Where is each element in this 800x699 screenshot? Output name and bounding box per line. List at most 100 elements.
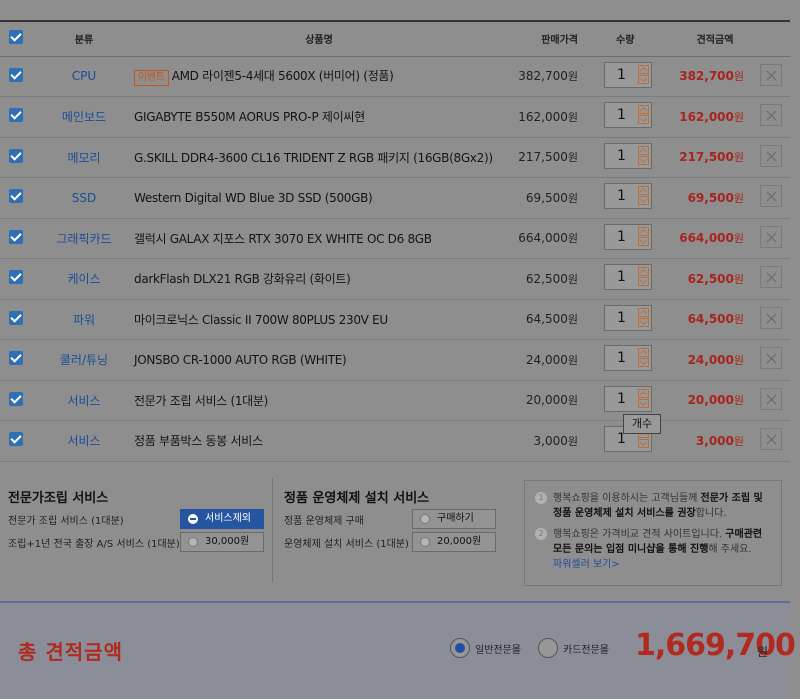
quantity-input[interactable]: 1	[605, 144, 638, 168]
row-total-unit: 원	[733, 353, 744, 367]
decrease-icon[interactable]	[638, 277, 649, 287]
row-category[interactable]: 파워	[34, 299, 134, 340]
row-category[interactable]: 서비스	[34, 420, 134, 462]
remove-item-close-icon[interactable]	[760, 306, 782, 329]
remove-item-close-icon[interactable]	[760, 387, 782, 410]
decrease-icon[interactable]	[638, 439, 649, 449]
decrease-icon[interactable]	[638, 398, 649, 408]
decrease-icon[interactable]	[638, 74, 649, 84]
increase-icon[interactable]	[638, 307, 649, 317]
decrease-icon[interactable]	[638, 358, 649, 368]
increase-icon[interactable]	[638, 226, 649, 236]
card-mall-label: 카드전문몰	[563, 645, 609, 656]
row-price-unit: 원	[567, 232, 578, 246]
remove-item-close-icon[interactable]	[760, 63, 782, 86]
quantity-stepper[interactable]: 1	[604, 223, 652, 250]
row-category[interactable]: CPU	[34, 56, 134, 97]
quantity-input[interactable]: 1	[605, 225, 638, 249]
increase-icon[interactable]	[638, 145, 649, 155]
row-price-unit: 원	[567, 353, 578, 367]
table-row: 서비스 정품 부품박스 동봉 서비스 3,000원 1 3,000원	[0, 420, 790, 462]
row-product-name[interactable]: GIGABYTE B550M AORUS PRO-P 제이씨현	[134, 110, 365, 124]
quantity-stepper[interactable]: 1	[604, 61, 652, 88]
quantity-input[interactable]: 1	[605, 103, 638, 127]
remove-item-close-icon[interactable]	[760, 185, 782, 208]
row-checkbox[interactable]	[9, 391, 23, 406]
increase-icon[interactable]	[638, 105, 649, 115]
remove-item-close-icon[interactable]	[760, 144, 782, 167]
row-checkbox[interactable]	[9, 229, 23, 244]
row-category[interactable]: 메인보드	[34, 96, 134, 138]
notice-2: 2 행복쇼핑은 가격비교 견적 사이트입니다. 구매관련 모든 문의는 입점 미니…	[535, 527, 773, 572]
os-purchase-button[interactable]: 구매하기	[412, 509, 496, 529]
quantity-stepper[interactable]: 1	[604, 102, 652, 129]
row-category[interactable]: SSD	[34, 177, 134, 219]
quantity-input[interactable]: 1	[605, 387, 638, 411]
quantity-input[interactable]: 1	[605, 265, 638, 289]
remove-item-close-icon[interactable]	[760, 428, 782, 451]
row-price-unit: 원	[567, 151, 578, 165]
quantity-stepper[interactable]: 1	[604, 304, 652, 331]
row-product-name[interactable]: 전문가 조립 서비스 (1대분)	[134, 394, 268, 408]
increase-icon[interactable]	[638, 186, 649, 196]
expert-as-service-button[interactable]: 30,000원	[180, 532, 264, 552]
row-total: 217,500	[679, 150, 734, 165]
row-checkbox[interactable]	[9, 310, 23, 325]
row-product-name[interactable]: darkFlash DLX21 RGB 강화유리 (화이트)	[134, 272, 351, 286]
power-seller-link[interactable]: 파워셀러 보기>	[553, 559, 620, 570]
quantity-stepper[interactable]: 1	[604, 183, 652, 210]
quantity-input[interactable]: 1	[605, 184, 638, 208]
row-category[interactable]: 쿨러/튜닝	[34, 339, 134, 381]
row-checkbox[interactable]	[9, 270, 23, 285]
row-checkbox[interactable]	[9, 67, 23, 82]
row-checkbox[interactable]	[9, 432, 23, 447]
expert-as-service-label: 조립+1년 전국 출장 A/S 서비스 (1대분)	[8, 539, 180, 550]
row-price-unit: 원	[567, 434, 578, 448]
row-checkbox[interactable]	[9, 189, 23, 204]
row-product-name[interactable]: 마이크로닉스 Classic II 700W 80PLUS 230V EU	[134, 313, 388, 327]
remove-item-close-icon[interactable]	[760, 104, 782, 127]
remove-item-close-icon[interactable]	[760, 266, 782, 289]
row-checkbox[interactable]	[9, 148, 23, 163]
remove-item-close-icon[interactable]	[760, 347, 782, 370]
quantity-stepper[interactable]: 1	[604, 345, 652, 372]
row-category[interactable]: 그래픽카드	[34, 218, 134, 259]
row-product-name[interactable]: AMD 라이젠5-4세대 5600X (버미어) (정품)	[172, 69, 394, 83]
os-install-button[interactable]: 20,000원	[412, 532, 496, 552]
row-category[interactable]: 케이스	[34, 258, 134, 300]
table-row: 서비스 전문가 조립 서비스 (1대분) 20,000원 1 20,000원	[0, 380, 790, 421]
row-product-name[interactable]: G.SKILL DDR4-3600 CL16 TRIDENT Z RGB 패키지…	[134, 151, 493, 165]
decrease-icon[interactable]	[638, 115, 649, 125]
row-product-name[interactable]: 정품 부품박스 동봉 서비스	[134, 434, 263, 448]
row-product-name[interactable]: Western Digital WD Blue 3D SSD (500GB)	[134, 191, 373, 205]
exclude-service-button[interactable]: 서비스제외	[180, 509, 264, 529]
increase-icon[interactable]	[638, 388, 649, 398]
quantity-input[interactable]: 1	[605, 346, 638, 370]
quantity-input[interactable]: 1	[605, 306, 638, 330]
general-mall-radio[interactable]	[450, 638, 470, 658]
increase-icon[interactable]	[638, 267, 649, 277]
decrease-icon[interactable]	[638, 317, 649, 327]
row-checkbox[interactable]	[9, 351, 23, 366]
quantity-input[interactable]: 1	[605, 63, 638, 87]
services-section: 전문가조립 서비스 전문가 조립 서비스 (1대분) 서비스제외 조립+1년 전…	[0, 462, 790, 596]
remove-item-close-icon[interactable]	[760, 225, 782, 248]
row-checkbox[interactable]	[9, 108, 23, 123]
card-mall-radio[interactable]	[538, 638, 558, 658]
header-total: 견적금액	[674, 22, 756, 57]
select-all-checkbox[interactable]	[9, 30, 23, 45]
row-product-name[interactable]: 갤럭시 GALAX 지포스 RTX 3070 EX WHITE OC D6 8G…	[134, 232, 432, 246]
quantity-stepper[interactable]: 1	[604, 385, 652, 412]
row-total: 62,500	[687, 271, 734, 286]
row-category[interactable]: 서비스	[34, 380, 134, 421]
decrease-icon[interactable]	[638, 236, 649, 246]
decrease-icon[interactable]	[638, 196, 649, 206]
decrease-icon[interactable]	[638, 155, 649, 165]
row-category[interactable]: 메모리	[34, 137, 134, 178]
quantity-stepper[interactable]: 1	[604, 142, 652, 169]
row-product-name[interactable]: JONSBO CR-1000 AUTO RGB (WHITE)	[134, 353, 347, 367]
increase-icon[interactable]	[638, 348, 649, 358]
increase-icon[interactable]	[638, 64, 649, 74]
row-total-unit: 원	[733, 191, 744, 205]
quantity-stepper[interactable]: 1	[604, 264, 652, 291]
